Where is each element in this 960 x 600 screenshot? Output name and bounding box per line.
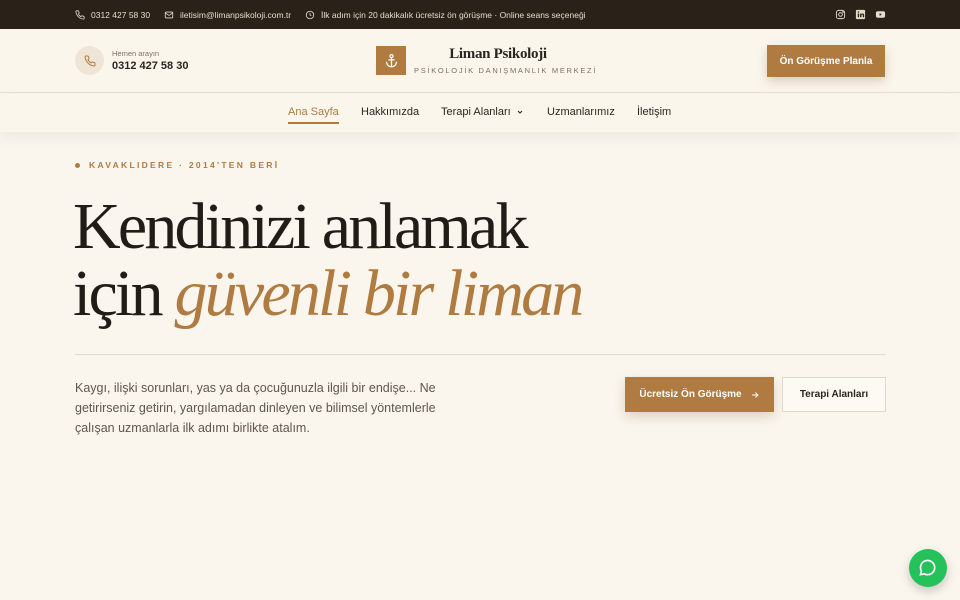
active-underline — [288, 122, 339, 124]
call-number[interactable]: 0312 427 58 30 — [112, 60, 188, 72]
logo-subtitle: PSİKOLOJİK DANIŞMANLIK MERKEZİ — [414, 66, 598, 75]
topbar-email[interactable]: iletisim@limanpsikoloji.com.tr — [164, 0, 291, 29]
topbar-note-text: İlk adım için 20 dakikalık ücretsiz ön g… — [321, 9, 586, 20]
chat-button[interactable] — [909, 549, 947, 587]
instagram-icon[interactable] — [835, 9, 846, 20]
call-button[interactable] — [75, 46, 104, 75]
mail-icon — [164, 11, 174, 18]
headline-plain: için — [73, 257, 175, 330]
chat-icon — [919, 559, 936, 576]
nav-item-home[interactable]: Ana Sayfa — [288, 106, 339, 124]
eyebrow-dot — [75, 162, 80, 168]
nav-item-contact[interactable]: İletişim — [637, 106, 671, 118]
hero-headline-line1: Kendinizi anlamak — [73, 190, 529, 263]
nav-item-label: Uzmanlarımız — [547, 106, 615, 118]
hero-lead: Kaygı, ilişki sorunları, yas ya da çocuğ… — [75, 381, 436, 435]
nav-item-about[interactable]: Hakkımızda — [361, 106, 419, 118]
hero-divider — [75, 354, 886, 355]
nav-item-therapy-areas[interactable]: Terapi Alanları — [441, 106, 524, 118]
linkedin-icon[interactable] — [855, 9, 866, 20]
button-label: Ücretsiz Ön Görüşme — [639, 389, 742, 400]
nav-item-label: Terapi Alanları — [441, 106, 511, 118]
headline-accent: güvenli bir liman — [174, 257, 584, 330]
phone-icon — [75, 9, 85, 20]
logo-mark[interactable] — [376, 46, 406, 75]
chevron-down-icon — [517, 110, 523, 114]
nav-item-label: Hakkımızda — [361, 106, 420, 118]
nav-item-label: İletişim — [637, 106, 672, 118]
nav-item-experts[interactable]: Uzmanlarımız — [547, 106, 615, 118]
topbar-phone[interactable]: 0312 427 58 30 — [75, 0, 150, 29]
logo-title[interactable]: Liman Psikoloji — [414, 46, 582, 63]
top-bar: 0312 427 58 30 iletisim@limanpsikoloji.c… — [0, 0, 960, 29]
phone-icon — [84, 54, 96, 66]
anchor-icon — [385, 53, 397, 68]
nav-item-label: Ana Sayfa — [288, 106, 339, 118]
youtube-icon[interactable] — [875, 9, 886, 20]
free-consultation-button[interactable]: Ücretsiz Ön Görüşme — [625, 377, 774, 412]
hero-headline-line2: için güvenli bir liman — [73, 261, 584, 327]
eyebrow-text: KAVAKLIDERE · 2014'TEN BERİ — [89, 160, 280, 170]
site-header: Hemen arayın 0312 427 58 30 Liman Psikol… — [0, 29, 960, 93]
topbar-phone-text: 0312 427 58 30 — [91, 9, 151, 20]
therapy-areas-button[interactable]: Terapi Alanları — [782, 377, 886, 412]
clock-icon — [305, 10, 315, 19]
book-consultation-button[interactable]: Ön Görüşme Planla — [767, 45, 885, 77]
hero-eyebrow: KAVAKLIDERE · 2014'TEN BERİ — [75, 160, 279, 170]
topbar-note: İlk adım için 20 dakikalık ücretsiz ön g… — [305, 0, 586, 29]
call-label: Hemen arayın — [112, 49, 160, 58]
arrow-right-icon — [751, 391, 759, 398]
main-nav: Ana Sayfa Hakkımızda Terapi Alanları Uzm… — [0, 94, 960, 132]
topbar-email-text: iletisim@limanpsikoloji.com.tr — [180, 9, 292, 20]
